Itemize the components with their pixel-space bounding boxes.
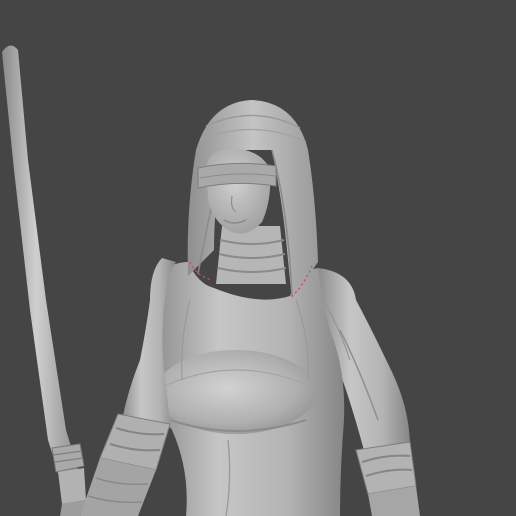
model-render [2,45,420,516]
3d-viewport[interactable] [0,0,516,516]
staff [2,45,86,516]
left-bracer [80,413,171,516]
right-bracer [355,441,420,516]
tunic [151,262,345,516]
face [206,148,271,234]
neck-wrap [216,226,287,284]
